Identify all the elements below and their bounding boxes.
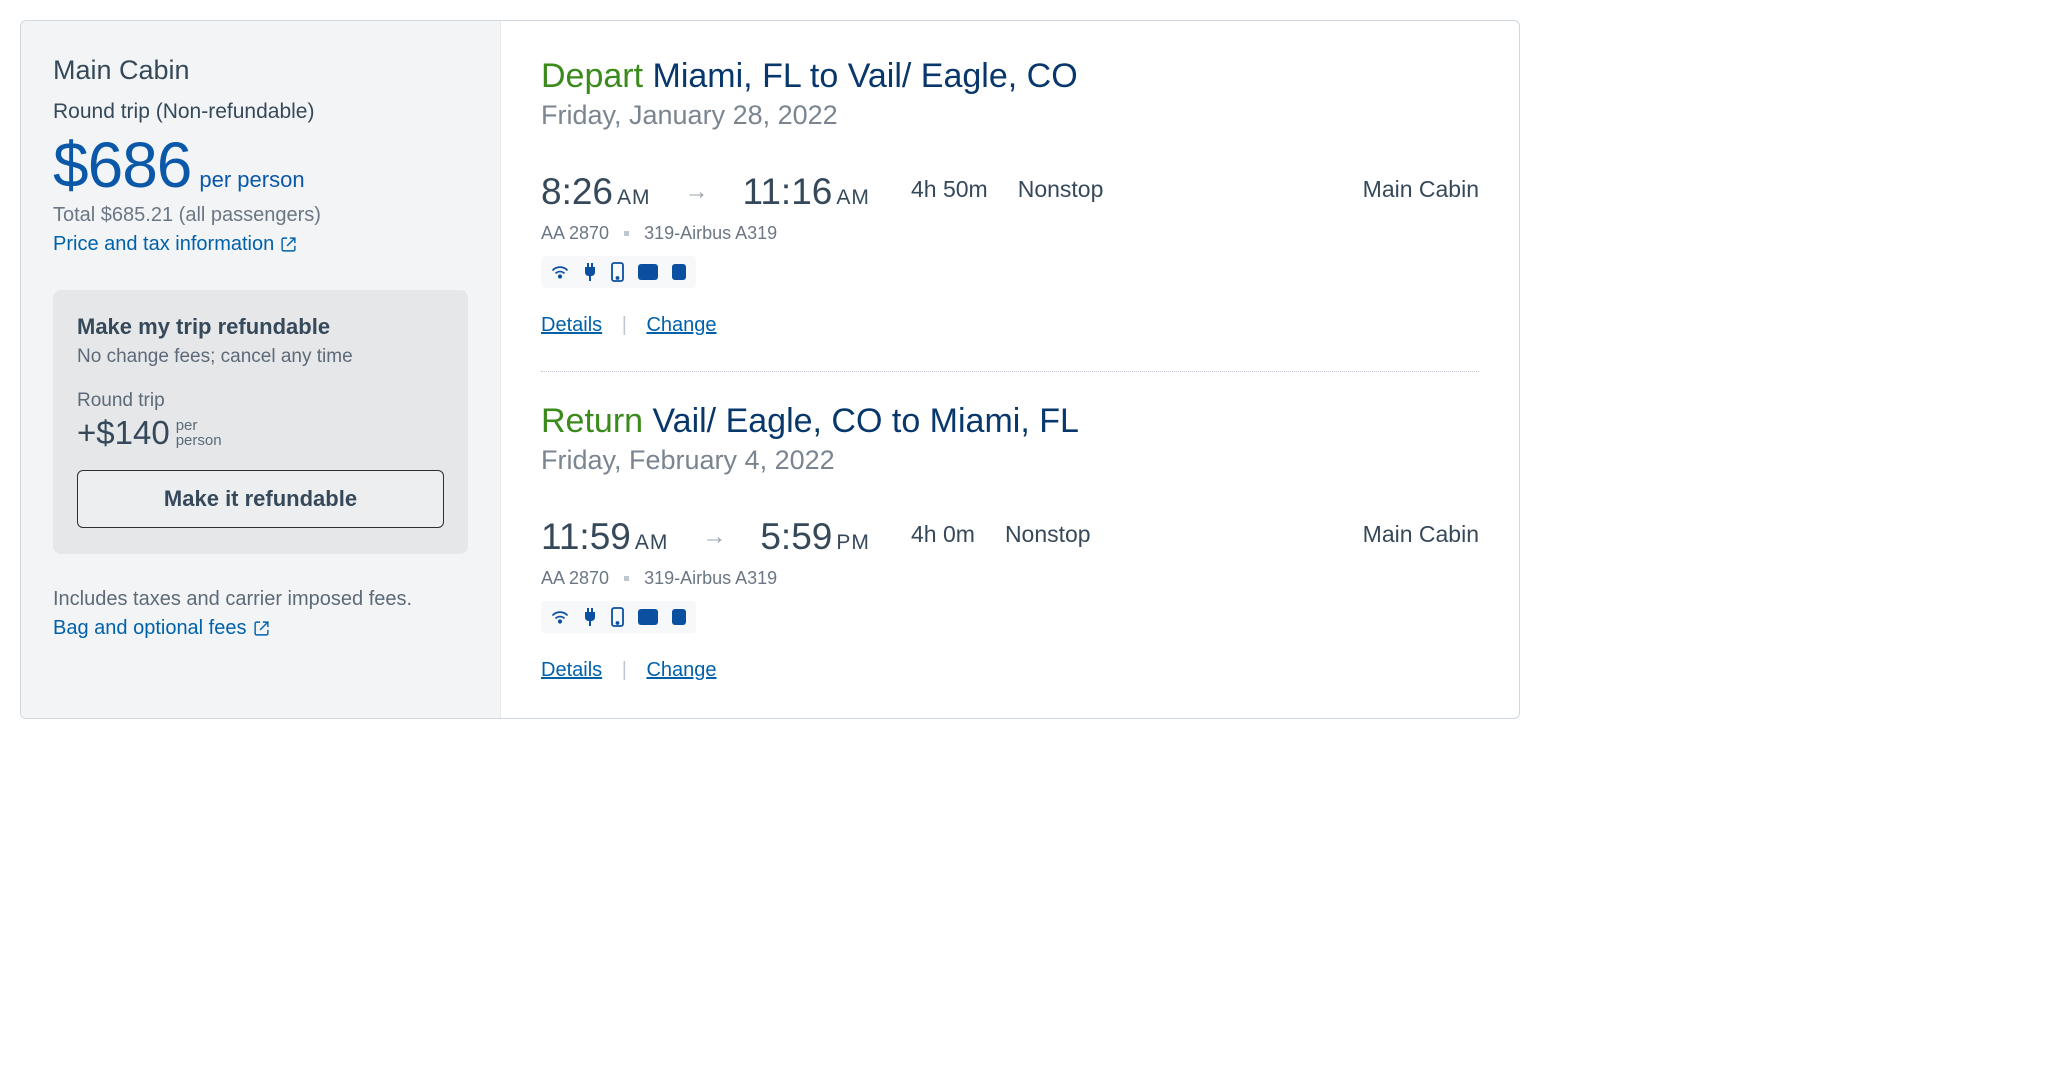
depart-tag: Depart: [541, 57, 643, 95]
make-refundable-button[interactable]: Make it refundable: [77, 470, 444, 528]
depart-header: Depart Miami, FL to Vail/ Eagle, CO: [541, 57, 1479, 96]
separator: |: [622, 659, 627, 681]
wifi-icon: [551, 610, 569, 624]
depart-amenities: TV ♫: [541, 256, 696, 288]
device-icon: [611, 607, 624, 627]
price-row: $686 per person: [53, 128, 468, 202]
refundable-upsell-box: Make my trip refundable No change fees; …: [53, 290, 468, 554]
return-amenities: TV ♫: [541, 601, 696, 633]
price-sidebar: Main Cabin Round trip (Non-refundable) $…: [21, 21, 501, 718]
trip-summary-card: Main Cabin Round trip (Non-refundable) $…: [20, 20, 1520, 719]
arrow-icon: →: [675, 178, 719, 206]
tv-icon: TV: [638, 609, 658, 625]
return-header: Return Vail/ Eagle, CO to Miami, FL: [541, 402, 1479, 441]
cabin-title: Main Cabin: [53, 55, 468, 86]
depart-leg: Depart Miami, FL to Vail/ Eagle, CO Frid…: [541, 57, 1479, 337]
refundable-price: +$140: [77, 414, 170, 452]
music-icon: ♫: [672, 264, 687, 280]
refundable-rt-label: Round trip: [77, 390, 444, 412]
refundable-title: Make my trip refundable: [77, 314, 444, 340]
refundable-subtitle: No change fees; cancel any time: [77, 346, 444, 368]
return-duration: 4h 0m: [911, 521, 975, 548]
depart-times: 8:26 AM → 11:16 AM: [541, 171, 881, 213]
refundable-price-row: +$140 per person: [77, 414, 444, 452]
depart-route: Miami, FL to Vail/ Eagle, CO: [643, 57, 1078, 95]
return-dep-meridiem: AM: [635, 531, 669, 555]
price-tax-link-text: Price and tax information: [53, 233, 274, 256]
depart-arr-time: 11:16: [743, 171, 833, 213]
wifi-icon: [551, 265, 569, 279]
return-arr-meridiem: PM: [836, 531, 870, 555]
leg-divider: [541, 371, 1479, 372]
refundable-per-stack: per person: [176, 418, 222, 448]
external-link-icon: [280, 236, 297, 253]
depart-cabin: Main Cabin: [1363, 176, 1479, 203]
per-label-2: person: [176, 433, 222, 448]
depart-details-link[interactable]: Details: [541, 314, 602, 336]
return-arr-time: 5:59: [760, 516, 832, 558]
return-stops: Nonstop: [1005, 521, 1091, 548]
price-tax-link[interactable]: Price and tax information: [53, 233, 297, 256]
depart-change-link[interactable]: Change: [646, 314, 716, 336]
depart-dep-meridiem: AM: [617, 186, 651, 210]
depart-aircraft: 319-Airbus A319: [644, 223, 777, 243]
depart-stops: Nonstop: [1018, 176, 1104, 203]
price-amount: $686: [53, 128, 191, 202]
depart-duration: 4h 50m: [911, 176, 988, 203]
total-label: Total $685.21 (all passengers): [53, 204, 468, 227]
power-icon: [583, 608, 597, 626]
depart-dep-time: 8:26: [541, 171, 613, 213]
return-aircraft: 319-Airbus A319: [644, 568, 777, 588]
per-label-1: per: [176, 418, 222, 433]
power-icon: [583, 263, 597, 281]
arrow-icon: →: [692, 523, 736, 551]
return-details-link[interactable]: Details: [541, 659, 602, 681]
bag-fees-link-text: Bag and optional fees: [53, 617, 247, 640]
depart-flight-number: AA 2870: [541, 223, 609, 243]
separator-dot: [624, 576, 629, 581]
separator: |: [622, 314, 627, 336]
depart-arr-meridiem: AM: [836, 186, 870, 210]
return-actions: Details | Change: [541, 659, 1479, 682]
return-tag: Return: [541, 402, 643, 440]
external-link-icon: [253, 620, 270, 637]
per-person-label: per person: [199, 167, 304, 193]
tv-icon: TV: [638, 264, 658, 280]
includes-taxes-label: Includes taxes and carrier imposed fees.: [53, 588, 468, 611]
return-cabin: Main Cabin: [1363, 521, 1479, 548]
return-dep-time: 11:59: [541, 516, 631, 558]
return-change-link[interactable]: Change: [646, 659, 716, 681]
bag-fees-link[interactable]: Bag and optional fees: [53, 617, 270, 640]
return-flight-info: AA 2870 319-Airbus A319: [541, 568, 1479, 589]
return-leg: Return Vail/ Eagle, CO to Miami, FL Frid…: [541, 402, 1479, 682]
return-route: Vail/ Eagle, CO to Miami, FL: [643, 402, 1079, 440]
return-date: Friday, February 4, 2022: [541, 445, 1479, 476]
return-times: 11:59 AM → 5:59 PM: [541, 516, 881, 558]
depart-flight-info: AA 2870 319-Airbus A319: [541, 223, 1479, 244]
depart-actions: Details | Change: [541, 314, 1479, 337]
music-icon: ♫: [672, 609, 687, 625]
device-icon: [611, 262, 624, 282]
return-flight-number: AA 2870: [541, 568, 609, 588]
trip-type-label: Round trip (Non-refundable): [53, 100, 468, 124]
itinerary-main: Depart Miami, FL to Vail/ Eagle, CO Frid…: [501, 21, 1519, 718]
depart-date: Friday, January 28, 2022: [541, 100, 1479, 131]
separator-dot: [624, 231, 629, 236]
